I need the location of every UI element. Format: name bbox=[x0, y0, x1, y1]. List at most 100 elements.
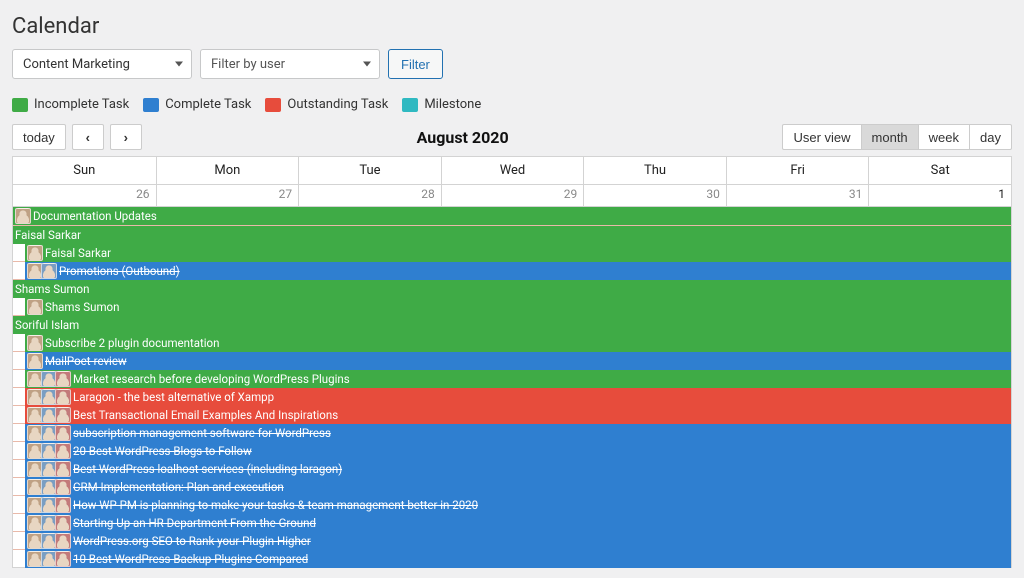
event-bar[interactable]: Market research before developing WordPr… bbox=[25, 370, 1011, 388]
avatar-group bbox=[27, 479, 71, 495]
event-bar[interactable]: Best Transactional Email Examples And In… bbox=[25, 406, 1011, 424]
event-bar[interactable]: Shams Sumon bbox=[13, 280, 1011, 298]
event-label: CRM Implementation: Plan and execution bbox=[73, 478, 284, 496]
event-label: MailPoet-review bbox=[45, 352, 127, 370]
date-cell[interactable]: 30 bbox=[583, 184, 726, 206]
date-row: 2627282930311 bbox=[13, 184, 1011, 206]
category-value: Content Marketing bbox=[23, 57, 130, 72]
event-bar[interactable]: subscription management software for Wor… bbox=[25, 424, 1011, 442]
event-bar[interactable]: WordPress.org SEO to Rank your Plugin Hi… bbox=[25, 532, 1011, 550]
prev-button[interactable]: ‹ bbox=[72, 124, 104, 150]
avatar bbox=[55, 461, 71, 477]
event-row: 10 Best WordPress Backup Plugins Compare… bbox=[13, 549, 1011, 567]
avatar-group bbox=[27, 515, 71, 531]
event-bar[interactable]: Promotions (Outbound) bbox=[25, 262, 1011, 280]
user-select[interactable]: Filter by user bbox=[200, 49, 380, 79]
event-label: Best WordPress loalhost services (includ… bbox=[73, 460, 342, 478]
avatar bbox=[55, 443, 71, 459]
swatch-incomplete bbox=[12, 98, 28, 112]
avatar bbox=[55, 425, 71, 441]
filter-button[interactable]: Filter bbox=[388, 49, 443, 79]
date-cell[interactable]: 29 bbox=[441, 184, 584, 206]
avatar bbox=[15, 208, 31, 224]
dow-cell: Wed bbox=[441, 157, 584, 184]
event-label: subscription management software for Wor… bbox=[73, 424, 331, 442]
avatar bbox=[55, 551, 71, 567]
legend-complete: Complete Task bbox=[143, 97, 251, 112]
event-bar[interactable]: 20 Best WordPress Blogs to Follow bbox=[25, 442, 1011, 460]
today-button[interactable]: today bbox=[12, 124, 66, 150]
event-row: CRM Implementation: Plan and execution bbox=[13, 477, 1011, 495]
event-bar[interactable]: MailPoet-review bbox=[25, 352, 1011, 370]
date-cell[interactable]: 28 bbox=[298, 184, 441, 206]
event-bar[interactable]: Soriful Islam bbox=[13, 316, 1011, 334]
event-label: Shams Sumon bbox=[45, 298, 119, 316]
event-row: Best WordPress loalhost services (includ… bbox=[13, 459, 1011, 477]
event-label: 20 Best WordPress Blogs to Follow bbox=[73, 442, 252, 460]
dow-cell: Fri bbox=[726, 157, 869, 184]
avatar-group bbox=[27, 335, 43, 351]
dow-cell: Sat bbox=[868, 157, 1011, 184]
avatar bbox=[41, 263, 57, 279]
event-row: Laragon - the best alternative of Xampp bbox=[13, 387, 1011, 405]
avatar bbox=[27, 335, 43, 351]
event-row: Documentation Updates bbox=[13, 207, 1011, 225]
calendar-title: August 2020 bbox=[142, 128, 784, 147]
legend-outstanding: Outstanding Task bbox=[265, 97, 388, 112]
category-select[interactable]: Content Marketing bbox=[12, 49, 192, 79]
avatar-group bbox=[27, 443, 71, 459]
event-label: Shams Sumon bbox=[15, 280, 89, 298]
event-bar[interactable]: 10 Best WordPress Backup Plugins Compare… bbox=[25, 550, 1011, 568]
event-bar[interactable]: Faisal Sarkar bbox=[25, 244, 1011, 262]
user-view-button[interactable]: User view bbox=[782, 124, 861, 150]
event-row: Shams Sumon bbox=[13, 279, 1011, 297]
legend-label: Complete Task bbox=[165, 97, 251, 112]
event-bar[interactable]: Faisal Sarkar bbox=[13, 226, 1011, 244]
event-bar[interactable]: Laragon - the best alternative of Xampp bbox=[25, 388, 1011, 406]
legend-incomplete: Incomplete Task bbox=[12, 97, 129, 112]
event-row: 20 Best WordPress Blogs to Follow bbox=[13, 441, 1011, 459]
date-cell[interactable]: 26 bbox=[13, 184, 156, 206]
event-row: Market research before developing WordPr… bbox=[13, 369, 1011, 387]
event-bar[interactable]: Documentation Updates bbox=[13, 207, 1011, 225]
event-bar[interactable]: Starting Up an HR Department From the Gr… bbox=[25, 514, 1011, 532]
legend: Incomplete Task Complete Task Outstandin… bbox=[12, 97, 1012, 112]
date-cell[interactable]: 31 bbox=[726, 184, 869, 206]
event-label: Faisal Sarkar bbox=[45, 244, 111, 262]
avatar bbox=[55, 389, 71, 405]
event-row: Subscribe 2 plugin documentation bbox=[13, 333, 1011, 351]
event-bar[interactable]: CRM Implementation: Plan and execution bbox=[25, 478, 1011, 496]
date-cell[interactable]: 1 bbox=[868, 184, 1011, 206]
event-row: Best Transactional Email Examples And In… bbox=[13, 405, 1011, 423]
event-label: WordPress.org SEO to Rank your Plugin Hi… bbox=[73, 532, 311, 550]
event-row: Starting Up an HR Department From the Gr… bbox=[13, 513, 1011, 531]
avatar-group bbox=[27, 461, 71, 477]
chevron-down-icon bbox=[175, 62, 183, 67]
avatar bbox=[27, 353, 43, 369]
day-view-button[interactable]: day bbox=[969, 124, 1012, 150]
event-label: Subscribe 2 plugin documentation bbox=[45, 334, 219, 352]
next-button[interactable]: › bbox=[110, 124, 142, 150]
page-title: Calendar bbox=[12, 14, 1012, 39]
swatch-outstanding bbox=[265, 98, 281, 112]
event-bar[interactable]: Subscribe 2 plugin documentation bbox=[25, 334, 1011, 352]
event-bar[interactable]: Shams Sumon bbox=[25, 298, 1011, 316]
avatar-group bbox=[27, 533, 71, 549]
event-bar[interactable]: How WP PM is planning to make your tasks… bbox=[25, 496, 1011, 514]
event-label: Faisal Sarkar bbox=[15, 226, 81, 244]
event-bar[interactable]: Best WordPress loalhost services (includ… bbox=[25, 460, 1011, 478]
dow-cell: Thu bbox=[583, 157, 726, 184]
event-row: WordPress.org SEO to Rank your Plugin Hi… bbox=[13, 531, 1011, 549]
month-view-button[interactable]: month bbox=[861, 124, 919, 150]
view-switch: User view month week day bbox=[783, 124, 1012, 150]
event-row: Promotions (Outbound) bbox=[13, 261, 1011, 279]
avatar-group bbox=[27, 497, 71, 513]
date-cell[interactable]: 27 bbox=[156, 184, 299, 206]
event-row: Faisal Sarkar bbox=[13, 225, 1011, 243]
legend-label: Incomplete Task bbox=[34, 97, 129, 112]
week-view-button[interactable]: week bbox=[918, 124, 970, 150]
avatar bbox=[27, 299, 43, 315]
dow-cell: Tue bbox=[298, 157, 441, 184]
user-placeholder: Filter by user bbox=[211, 57, 285, 72]
avatar bbox=[55, 515, 71, 531]
